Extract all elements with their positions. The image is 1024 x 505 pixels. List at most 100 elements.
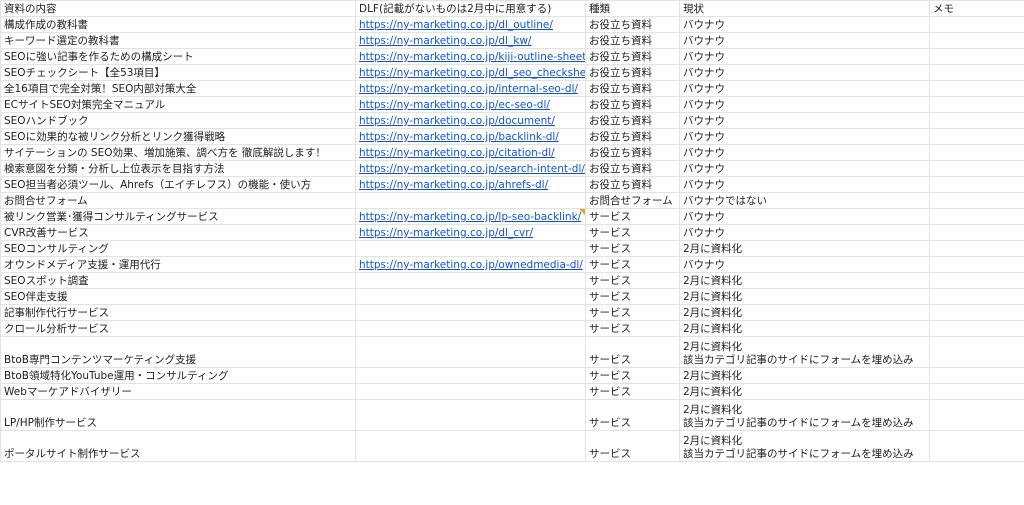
download-link[interactable]: https://ny-marketing.co.jp/citation-dl/ xyxy=(359,147,555,159)
cell-type[interactable]: サービス xyxy=(585,288,680,305)
cell-status[interactable]: 2月に資料化 xyxy=(679,304,930,321)
cell-url[interactable]: https://ny-marketing.co.jp/dl_outline/ xyxy=(355,16,586,33)
download-link[interactable]: https://ny-marketing.co.jp/lp-seo-backli… xyxy=(359,211,581,223)
download-link[interactable]: https://ny-marketing.co.jp/ec-seo-dl/ xyxy=(359,99,550,111)
cell-content[interactable]: Webマーケアドバイザリー xyxy=(0,383,356,400)
cell-url[interactable]: https://ny-marketing.co.jp/backlink-dl/ xyxy=(355,128,586,145)
cell-status[interactable]: 2月に資料化 該当カテゴリ記事のサイドにフォームを埋め込み xyxy=(679,336,930,368)
cell-type[interactable]: サービス xyxy=(585,383,680,400)
cell-memo[interactable] xyxy=(929,160,1024,177)
cell-content[interactable]: SEOハンドブック xyxy=(0,112,356,129)
cell-url[interactable] xyxy=(355,336,586,368)
cell-type[interactable]: サービス xyxy=(585,320,680,337)
download-link[interactable]: https://ny-marketing.co.jp/dl_seo_checks… xyxy=(359,67,585,79)
cell-url[interactable]: https://ny-marketing.co.jp/document/ xyxy=(355,112,586,129)
header-cell-dlf[interactable]: DLF(記載がないものは2月中に用意する) xyxy=(355,0,586,17)
cell-url[interactable]: https://ny-marketing.co.jp/internal-seo-… xyxy=(355,80,586,97)
cell-status[interactable]: バウナウ xyxy=(679,32,930,49)
cell-status[interactable]: バウナウ xyxy=(679,16,930,33)
cell-type[interactable]: お役立ち資料 xyxy=(585,16,680,33)
cell-content[interactable]: CVR改善サービス xyxy=(0,224,356,241)
cell-content[interactable]: 検索意図を分類・分析し上位表示を目指す方法 xyxy=(0,160,356,177)
cell-url[interactable]: https://ny-marketing.co.jp/search-intent… xyxy=(355,160,586,177)
cell-status[interactable]: バウナウ xyxy=(679,256,930,273)
cell-memo[interactable] xyxy=(929,288,1024,305)
cell-url[interactable] xyxy=(355,240,586,257)
cell-content[interactable]: SEOに強い記事を作るための構成シート xyxy=(0,48,356,65)
cell-memo[interactable] xyxy=(929,224,1024,241)
cell-memo[interactable] xyxy=(929,240,1024,257)
cell-url[interactable] xyxy=(355,192,586,209)
cell-status[interactable]: 2月に資料化 xyxy=(679,272,930,289)
cell-content[interactable]: 被リンク営業･獲得コンサルティングサービス xyxy=(0,208,356,225)
cell-status[interactable]: バウナウではない xyxy=(679,192,930,209)
cell-url[interactable] xyxy=(355,272,586,289)
download-link[interactable]: https://ny-marketing.co.jp/ownedmedia-dl… xyxy=(359,259,583,271)
cell-type[interactable]: サービス xyxy=(585,304,680,321)
cell-url[interactable]: https://ny-marketing.co.jp/kiji-outline-… xyxy=(355,48,586,65)
cell-status[interactable]: バウナウ xyxy=(679,48,930,65)
cell-status[interactable]: バウナウ xyxy=(679,64,930,81)
cell-status[interactable]: バウナウ xyxy=(679,80,930,97)
cell-status[interactable]: バウナウ xyxy=(679,160,930,177)
header-cell-status[interactable]: 現状 xyxy=(679,0,930,17)
cell-url[interactable]: https://ny-marketing.co.jp/dl_cvr/ xyxy=(355,224,586,241)
cell-memo[interactable] xyxy=(929,32,1024,49)
cell-memo[interactable] xyxy=(929,272,1024,289)
cell-memo[interactable] xyxy=(929,367,1024,384)
cell-type[interactable]: サービス xyxy=(585,240,680,257)
cell-memo[interactable] xyxy=(929,192,1024,209)
cell-url[interactable]: https://ny-marketing.co.jp/dl_seo_checks… xyxy=(355,64,586,81)
download-link[interactable]: https://ny-marketing.co.jp/backlink-dl/ xyxy=(359,131,559,143)
cell-type[interactable]: サービス xyxy=(585,208,680,225)
cell-memo[interactable] xyxy=(929,16,1024,33)
cell-status[interactable]: 2月に資料化 xyxy=(679,240,930,257)
download-link[interactable]: https://ny-marketing.co.jp/document/ xyxy=(359,115,555,127)
cell-content[interactable]: BtoB領域特化YouTube運用・コンサルティング xyxy=(0,367,356,384)
cell-content[interactable]: SEOスポット調査 xyxy=(0,272,356,289)
cell-url[interactable] xyxy=(355,320,586,337)
cell-type[interactable]: お役立ち資料 xyxy=(585,32,680,49)
cell-status[interactable]: 2月に資料化 xyxy=(679,320,930,337)
cell-type[interactable]: お役立ち資料 xyxy=(585,144,680,161)
cell-status[interactable]: バウナウ xyxy=(679,144,930,161)
cell-content[interactable]: サイテーションの SEO効果、増加施策、調べ方を 徹底解説します！ xyxy=(0,144,356,161)
cell-memo[interactable] xyxy=(929,176,1024,193)
cell-type[interactable]: お役立ち資料 xyxy=(585,96,680,113)
cell-type[interactable]: お役立ち資料 xyxy=(585,112,680,129)
cell-url-with-note[interactable]: https://ny-marketing.co.jp/lp-seo-backli… xyxy=(355,208,586,225)
cell-content[interactable]: クロール分析サービス xyxy=(0,320,356,337)
cell-status[interactable]: 2月に資料化 該当カテゴリ記事のサイドにフォームを埋め込み xyxy=(679,399,930,431)
cell-type[interactable]: サービス xyxy=(585,430,680,462)
cell-type[interactable]: お問合せフォーム xyxy=(585,192,680,209)
cell-status[interactable]: バウナウ xyxy=(679,224,930,241)
cell-content[interactable]: キーワード選定の教科書 xyxy=(0,32,356,49)
cell-memo[interactable] xyxy=(929,256,1024,273)
cell-memo[interactable] xyxy=(929,144,1024,161)
download-link[interactable]: https://ny-marketing.co.jp/kiji-outline-… xyxy=(359,51,585,63)
cell-url[interactable] xyxy=(355,430,586,462)
cell-content[interactable]: SEOに効果的な被リンク分析とリンク獲得戦略 xyxy=(0,128,356,145)
cell-type[interactable]: サービス xyxy=(585,272,680,289)
cell-url[interactable] xyxy=(355,304,586,321)
cell-type[interactable]: お役立ち資料 xyxy=(585,48,680,65)
cell-memo[interactable] xyxy=(929,208,1024,225)
cell-type[interactable]: サービス xyxy=(585,399,680,431)
cell-url[interactable]: https://ny-marketing.co.jp/ahrefs-dl/ xyxy=(355,176,586,193)
download-link[interactable]: https://ny-marketing.co.jp/search-intent… xyxy=(359,163,585,175)
cell-content[interactable]: ECサイトSEO対策完全マニュアル xyxy=(0,96,356,113)
download-link[interactable]: https://ny-marketing.co.jp/internal-seo-… xyxy=(359,83,578,95)
cell-content[interactable]: 構成作成の教科書 xyxy=(0,16,356,33)
cell-status[interactable]: 2月に資料化 xyxy=(679,367,930,384)
cell-memo[interactable] xyxy=(929,96,1024,113)
download-link[interactable]: https://ny-marketing.co.jp/ahrefs-dl/ xyxy=(359,179,548,191)
cell-status[interactable]: 2月に資料化 該当カテゴリ記事のサイドにフォームを埋め込み xyxy=(679,430,930,462)
cell-memo[interactable] xyxy=(929,80,1024,97)
cell-memo[interactable] xyxy=(929,128,1024,145)
cell-content[interactable]: ポータルサイト制作サービス xyxy=(0,430,356,462)
cell-memo[interactable] xyxy=(929,399,1024,431)
cell-content[interactable]: BtoB専門コンテンツマーケティング支援 xyxy=(0,336,356,368)
cell-type[interactable]: お役立ち資料 xyxy=(585,160,680,177)
cell-url[interactable]: https://ny-marketing.co.jp/ownedmedia-dl… xyxy=(355,256,586,273)
cell-url[interactable]: https://ny-marketing.co.jp/citation-dl/ xyxy=(355,144,586,161)
